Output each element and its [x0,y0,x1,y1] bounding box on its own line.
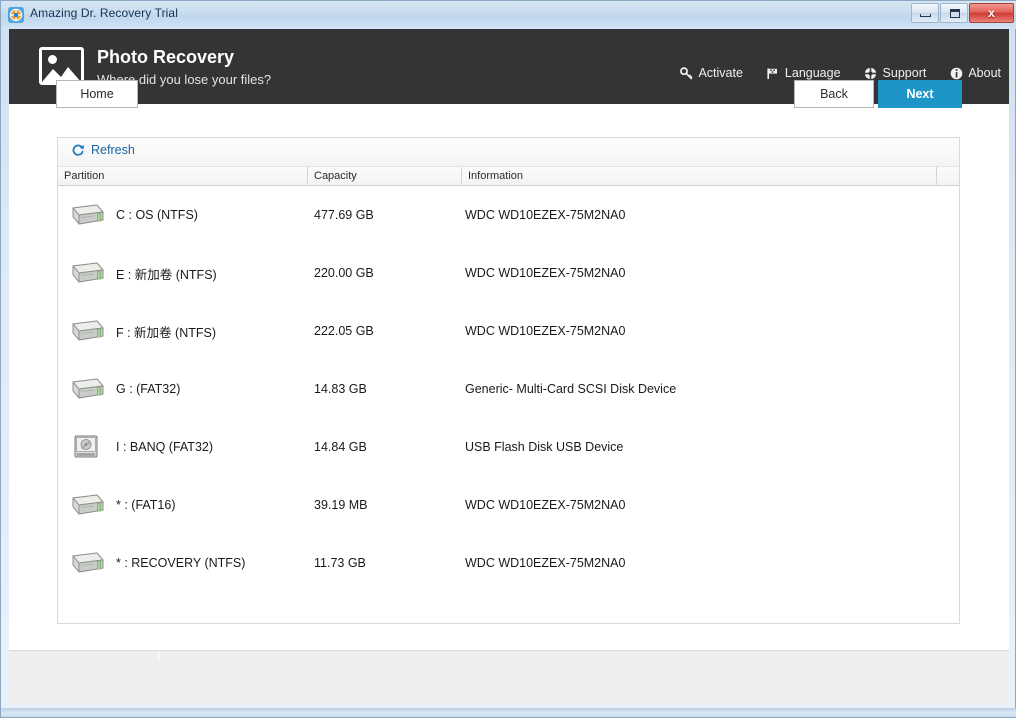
partition-label: C : OS (NTFS) [116,208,198,222]
menu-item-about-label: About [968,66,1001,80]
cell-partition: * : (FAT16) [58,492,308,518]
hard-drive-icon [68,318,104,344]
menu-item-support-label: Support [882,66,927,80]
partition-label: E : 新加卷 (NTFS) [116,267,217,282]
back-button[interactable]: Back [794,80,874,108]
footer-divider [158,651,159,661]
cell-information: WDC WD10EZEX-75M2NA0 [465,324,626,338]
table-header: Partition Capacity Information [58,167,959,186]
close-icon: x [988,6,995,20]
client-area: Photo Recovery Where did you lose your f… [9,29,1009,704]
hard-drive-icon [68,260,104,286]
lifebuoy-icon [8,7,24,23]
table-row[interactable]: G : (FAT32) 14.83 GB Generic- Multi-Card S… [58,360,959,418]
menu-item-language-label: Language [784,66,841,80]
menu-item-language[interactable]: Language [766,66,841,80]
cell-information: WDC WD10EZEX-75M2NA0 [465,556,626,570]
refresh-label: Refresh [91,143,135,157]
flag-icon [766,66,780,80]
cell-partition: * : RECOVERY (NTFS) [58,550,308,576]
cell-information: WDC WD10EZEX-75M2NA0 [465,498,626,512]
menu-item-activate-label: Activate [698,66,743,80]
cell-partition: E : 新加卷 (NTFS) [58,260,308,286]
partition-label: F : 新加卷 (NTFS) [116,325,216,340]
lifebuoy-icon [864,66,878,80]
next-button[interactable]: Next [878,80,962,108]
hard-drive-icon [68,550,104,576]
cell-partition: F : 新加卷 (NTFS) [58,318,308,344]
cell-information: WDC WD10EZEX-75M2NA0 [465,266,626,280]
cell-capacity: 39.19 MB [314,498,368,512]
header-menu: Activate Language Support About [656,66,1001,80]
menu-item-about[interactable]: About [949,66,1001,80]
cell-capacity: 14.84 GB [314,440,367,454]
maximize-button[interactable] [940,3,968,23]
cell-partition: C : OS (NTFS) [58,202,308,228]
menu-item-support[interactable]: Support [864,66,927,80]
refresh-button[interactable]: Refresh [71,143,135,157]
table-row[interactable]: * : (FAT16) 39.19 MB WDC WD10EZEX-75M2NA0 [58,476,959,534]
hard-drive-icon [68,376,104,402]
partition-label: G : (FAT32) [116,382,181,396]
cell-partition: G : (FAT32) [58,376,308,402]
partition-table-body: C : OS (NTFS) 477.69 GB WDC WD10EZEX-75M2N… [58,186,959,623]
info-circle-icon [949,66,963,80]
table-row[interactable]: C : OS (NTFS) 477.69 GB WDC WD10EZEX-75M2N… [58,186,959,244]
table-row[interactable]: I : BANQ (FAT32) 14.84 GB USB Flash Disk U… [58,418,959,476]
usb-disk-icon [68,434,104,460]
cell-capacity: 477.69 GB [314,208,374,222]
hard-drive-icon [68,492,104,518]
hard-drive-icon [68,202,104,228]
page-title: Photo Recovery [97,47,235,67]
panel-toolbar: Refresh [58,138,959,167]
partition-label: I : BANQ (FAT32) [116,440,214,454]
window-bottom-edge [1,708,1016,717]
window-controls: x [910,3,1014,24]
key-icon [679,66,693,80]
partition-panel: Refresh Partition Capacity Information C… [57,137,960,624]
table-row[interactable]: E : 新加卷 (NTFS) 220.00 GB WDC WD10EZEX-75M2… [58,244,959,302]
close-button[interactable]: x [969,3,1014,23]
cell-information: USB Flash Disk USB Device [465,440,624,454]
cell-capacity: 14.83 GB [314,382,367,396]
column-header-capacity[interactable]: Capacity [308,167,462,186]
minimize-icon [920,14,931,17]
cell-information: WDC WD10EZEX-75M2NA0 [465,208,626,222]
column-header-spacer [937,167,959,186]
partition-label: * : RECOVERY (NTFS) [116,556,246,570]
cell-capacity: 11.73 GB [314,556,366,570]
footer-bar [9,650,1009,704]
column-header-partition[interactable]: Partition [58,167,308,186]
table-row[interactable]: F : 新加卷 (NTFS) 222.05 GB WDC WD10EZEX-75M2… [58,302,959,360]
maximize-icon [950,9,960,18]
refresh-icon [71,143,85,157]
table-row[interactable]: * : RECOVERY (NTFS) 11.73 GB WDC WD10EZEX-… [58,534,959,592]
cell-capacity: 220.00 GB [314,266,374,280]
minimize-button[interactable] [911,3,939,23]
application-window: Amazing Dr. Recovery Trial x Photo Recov… [0,0,1016,718]
cell-capacity: 222.05 GB [314,324,374,338]
title-bar: Amazing Dr. Recovery Trial x [1,1,1016,29]
partition-label: * : (FAT16) [116,498,176,512]
cell-partition: I : BANQ (FAT32) [58,434,308,460]
menu-item-activate[interactable]: Activate [679,66,743,80]
home-button[interactable]: Home [56,80,138,108]
column-header-information[interactable]: Information [462,167,937,186]
window-title: Amazing Dr. Recovery Trial [30,6,178,20]
cell-information: Generic- Multi-Card SCSI Disk Device [465,382,677,396]
